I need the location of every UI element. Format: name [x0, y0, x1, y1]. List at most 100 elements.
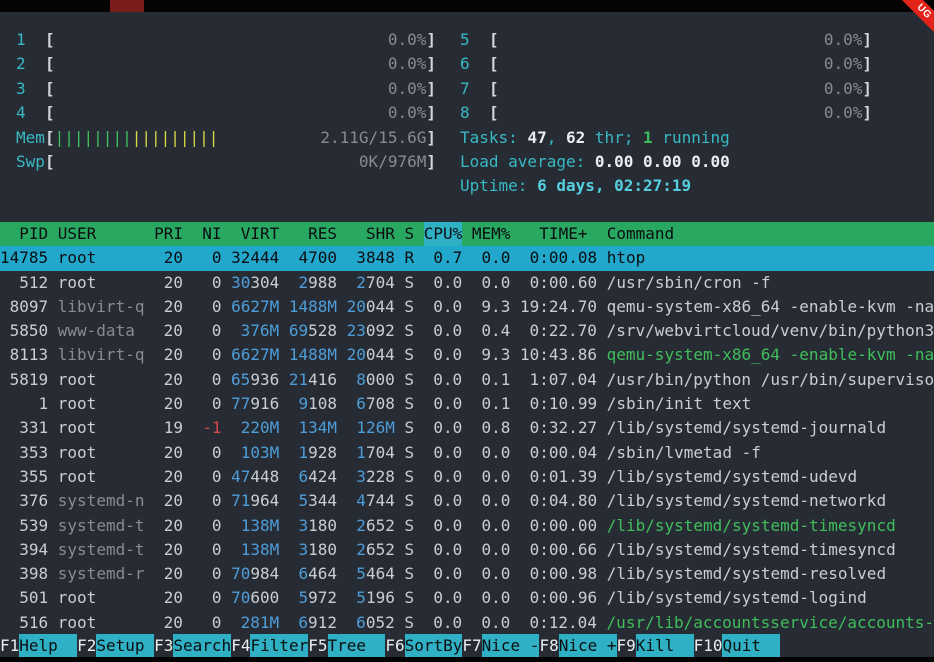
- mem-value-minor: 000: [366, 370, 395, 389]
- cell-res: 134M: [289, 416, 337, 440]
- process-row-398[interactable]: 398systemd-r2007098464645464S0.00.00:00.…: [0, 562, 934, 586]
- process-row-8113[interactable]: 8113libvirt-q2006627M1488M20044S0.09.310…: [0, 343, 934, 367]
- cell-res: 2988: [289, 271, 337, 295]
- cell-command: htop: [607, 246, 934, 270]
- cell-state: S: [404, 416, 414, 440]
- mem-value-major: 20: [347, 345, 366, 364]
- process-row-8097[interactable]: 8097libvirt-q2006627M1488M20044S0.09.319…: [0, 295, 934, 319]
- cpu-meter-4: 4[0.0%]: [16, 101, 436, 125]
- cell-pri: 20: [154, 319, 183, 343]
- fkey-label: Filter: [250, 634, 308, 658]
- cell-ni: 0: [193, 611, 222, 635]
- cell-cpu-percent: 0.0: [424, 611, 463, 635]
- cell-shr: 3848: [347, 246, 395, 270]
- process-row-394[interactable]: 394systemd-t200138M31802652S0.00.00:00.6…: [0, 538, 934, 562]
- mem-value-major: 2: [356, 516, 366, 535]
- mem-value-minor: 044: [366, 345, 395, 364]
- column-header-shr[interactable]: SHR: [347, 222, 395, 246]
- fkey-kill[interactable]: F9Kill: [617, 634, 694, 658]
- cell-virt: 32444: [231, 246, 279, 270]
- fkey-search[interactable]: F3Search: [154, 634, 231, 658]
- process-row-331[interactable]: 331root19-1220M134M126MS0.00.80:32.27/li…: [0, 416, 934, 440]
- load-average-part-1: 0.00: [595, 150, 643, 174]
- cell-state: S: [404, 465, 414, 489]
- column-header-ni[interactable]: NI: [193, 222, 222, 246]
- cell-command: qemu-system-x86_64 -enable-kvm -na: [607, 343, 934, 367]
- process-row-353[interactable]: 353root200103M19281704S0.00.00:00.04/sbi…: [0, 441, 934, 465]
- column-header-pri[interactable]: PRI: [154, 222, 183, 246]
- cell-shr: 2704: [347, 271, 395, 295]
- cell-time: 0:00.00: [520, 514, 597, 538]
- mem-value-major: 6627M: [231, 345, 279, 364]
- cpu-meter-8-open-bracket: [: [489, 101, 499, 125]
- column-header-pid[interactable]: PID: [0, 222, 48, 246]
- column-header-cpu[interactable]: CPU%: [424, 222, 463, 246]
- cell-time: 10:43.86: [520, 343, 597, 367]
- cpu-meter-8-value: 0.0%: [824, 101, 863, 125]
- fkey-quit[interactable]: F10Quit: [694, 634, 781, 658]
- cell-pid: 14785: [0, 246, 48, 270]
- tasks-summary-part-2: ,: [547, 126, 566, 150]
- cell-command: /usr/lib/accountsservice/accounts-: [607, 611, 934, 635]
- process-row-5850[interactable]: 5850www-data200376M6952823092S0.00.40:22…: [0, 319, 934, 343]
- fkey-setup[interactable]: F2Setup: [77, 634, 154, 658]
- cell-user: systemd-t: [58, 514, 145, 538]
- cpu-meter-7-value: 0.0%: [824, 77, 863, 101]
- process-row-516[interactable]: 516root200281M69126052S0.00.00:12.04/usr…: [0, 611, 934, 635]
- fkey-nice--[interactable]: F7Nice -: [462, 634, 539, 658]
- cell-virt: 220M: [231, 416, 279, 440]
- cell-res: 6464: [289, 562, 337, 586]
- uptime: Uptime: 6 days, 02:27:19: [460, 174, 872, 198]
- cell-shr: 6708: [347, 392, 395, 416]
- swap-meter-label: Swp: [16, 150, 45, 174]
- fkey-nice-+[interactable]: F8Nice +: [539, 634, 616, 658]
- top-bar-red-segment: [110, 0, 144, 12]
- mem-value-major: 126M: [356, 418, 395, 437]
- mem-value-minor: 344: [308, 491, 337, 510]
- fkey-filter[interactable]: F4Filter: [231, 634, 308, 658]
- column-header-user[interactable]: USER: [58, 222, 145, 246]
- process-row-512[interactable]: 512root2003030429882704S0.00.00:00.60/us…: [0, 271, 934, 295]
- mem-value-minor: 052: [366, 613, 395, 632]
- mem-value-minor: 704: [366, 273, 395, 292]
- process-row-14785[interactable]: 14785root2003244447003848R0.70.00:00.08h…: [0, 246, 934, 270]
- cell-state: S: [404, 368, 414, 392]
- column-header-s[interactable]: S: [404, 222, 414, 246]
- mem-value-major: 77: [231, 394, 250, 413]
- mem-value-major: 281M: [241, 613, 280, 632]
- cpu-meter-3: 3[0.0%]: [16, 77, 436, 101]
- fkey-help[interactable]: F1Help: [0, 634, 77, 658]
- memory-meter-yellow-bars: |||||||||: [132, 126, 219, 150]
- fkey-sortby[interactable]: F6SortBy: [385, 634, 462, 658]
- mem-value-major: 6627M: [231, 297, 279, 316]
- terminal: 1[0.0%]2[0.0%]3[0.0%]4[0.0%]Mem[||||||||…: [0, 12, 934, 657]
- column-header-virt[interactable]: VIRT: [231, 222, 279, 246]
- cell-pri: 19: [154, 416, 183, 440]
- cpu-meter-6: 6[0.0%]: [460, 52, 872, 76]
- process-row-501[interactable]: 501root2007060059725196S0.00.00:00.96/li…: [0, 586, 934, 610]
- cpu-meter-8-body: 0.0%: [499, 101, 863, 125]
- cell-user: systemd-t: [58, 538, 145, 562]
- fkey-tree[interactable]: F5Tree: [308, 634, 385, 658]
- column-header-time[interactable]: TIME+: [520, 222, 597, 246]
- process-row-539[interactable]: 539systemd-t200138M31802652S0.00.00:00.0…: [0, 514, 934, 538]
- cell-res: 3180: [289, 538, 337, 562]
- column-header-res[interactable]: RES: [289, 222, 337, 246]
- mem-value-minor: 092: [366, 321, 395, 340]
- cell-shr: 2652: [347, 538, 395, 562]
- cell-state: S: [404, 441, 414, 465]
- process-row-1[interactable]: 1root2007791691086708S0.00.10:10.99/sbin…: [0, 392, 934, 416]
- column-header-mem[interactable]: MEM%: [472, 222, 511, 246]
- process-row-376[interactable]: 376systemd-n2007196453444744S0.00.00:04.…: [0, 489, 934, 513]
- fkey-number: F6: [385, 636, 404, 655]
- cell-command: /lib/systemd/systemd-timesyncd: [607, 538, 934, 562]
- fkey-number: F5: [308, 636, 327, 655]
- process-row-355[interactable]: 355root2004744864243228S0.00.00:01.39/li…: [0, 465, 934, 489]
- cpu-meter-6-spacer: [499, 52, 824, 76]
- mem-value-major: 6: [356, 613, 366, 632]
- cell-time: 0:00.04: [520, 441, 597, 465]
- process-row-5819[interactable]: 5819root20065936214168000S0.00.11:07.04/…: [0, 368, 934, 392]
- swap-meter: Swp[0K/976M]: [16, 150, 436, 174]
- mem-value-minor: 424: [308, 467, 337, 486]
- column-header-command[interactable]: Command: [607, 222, 934, 246]
